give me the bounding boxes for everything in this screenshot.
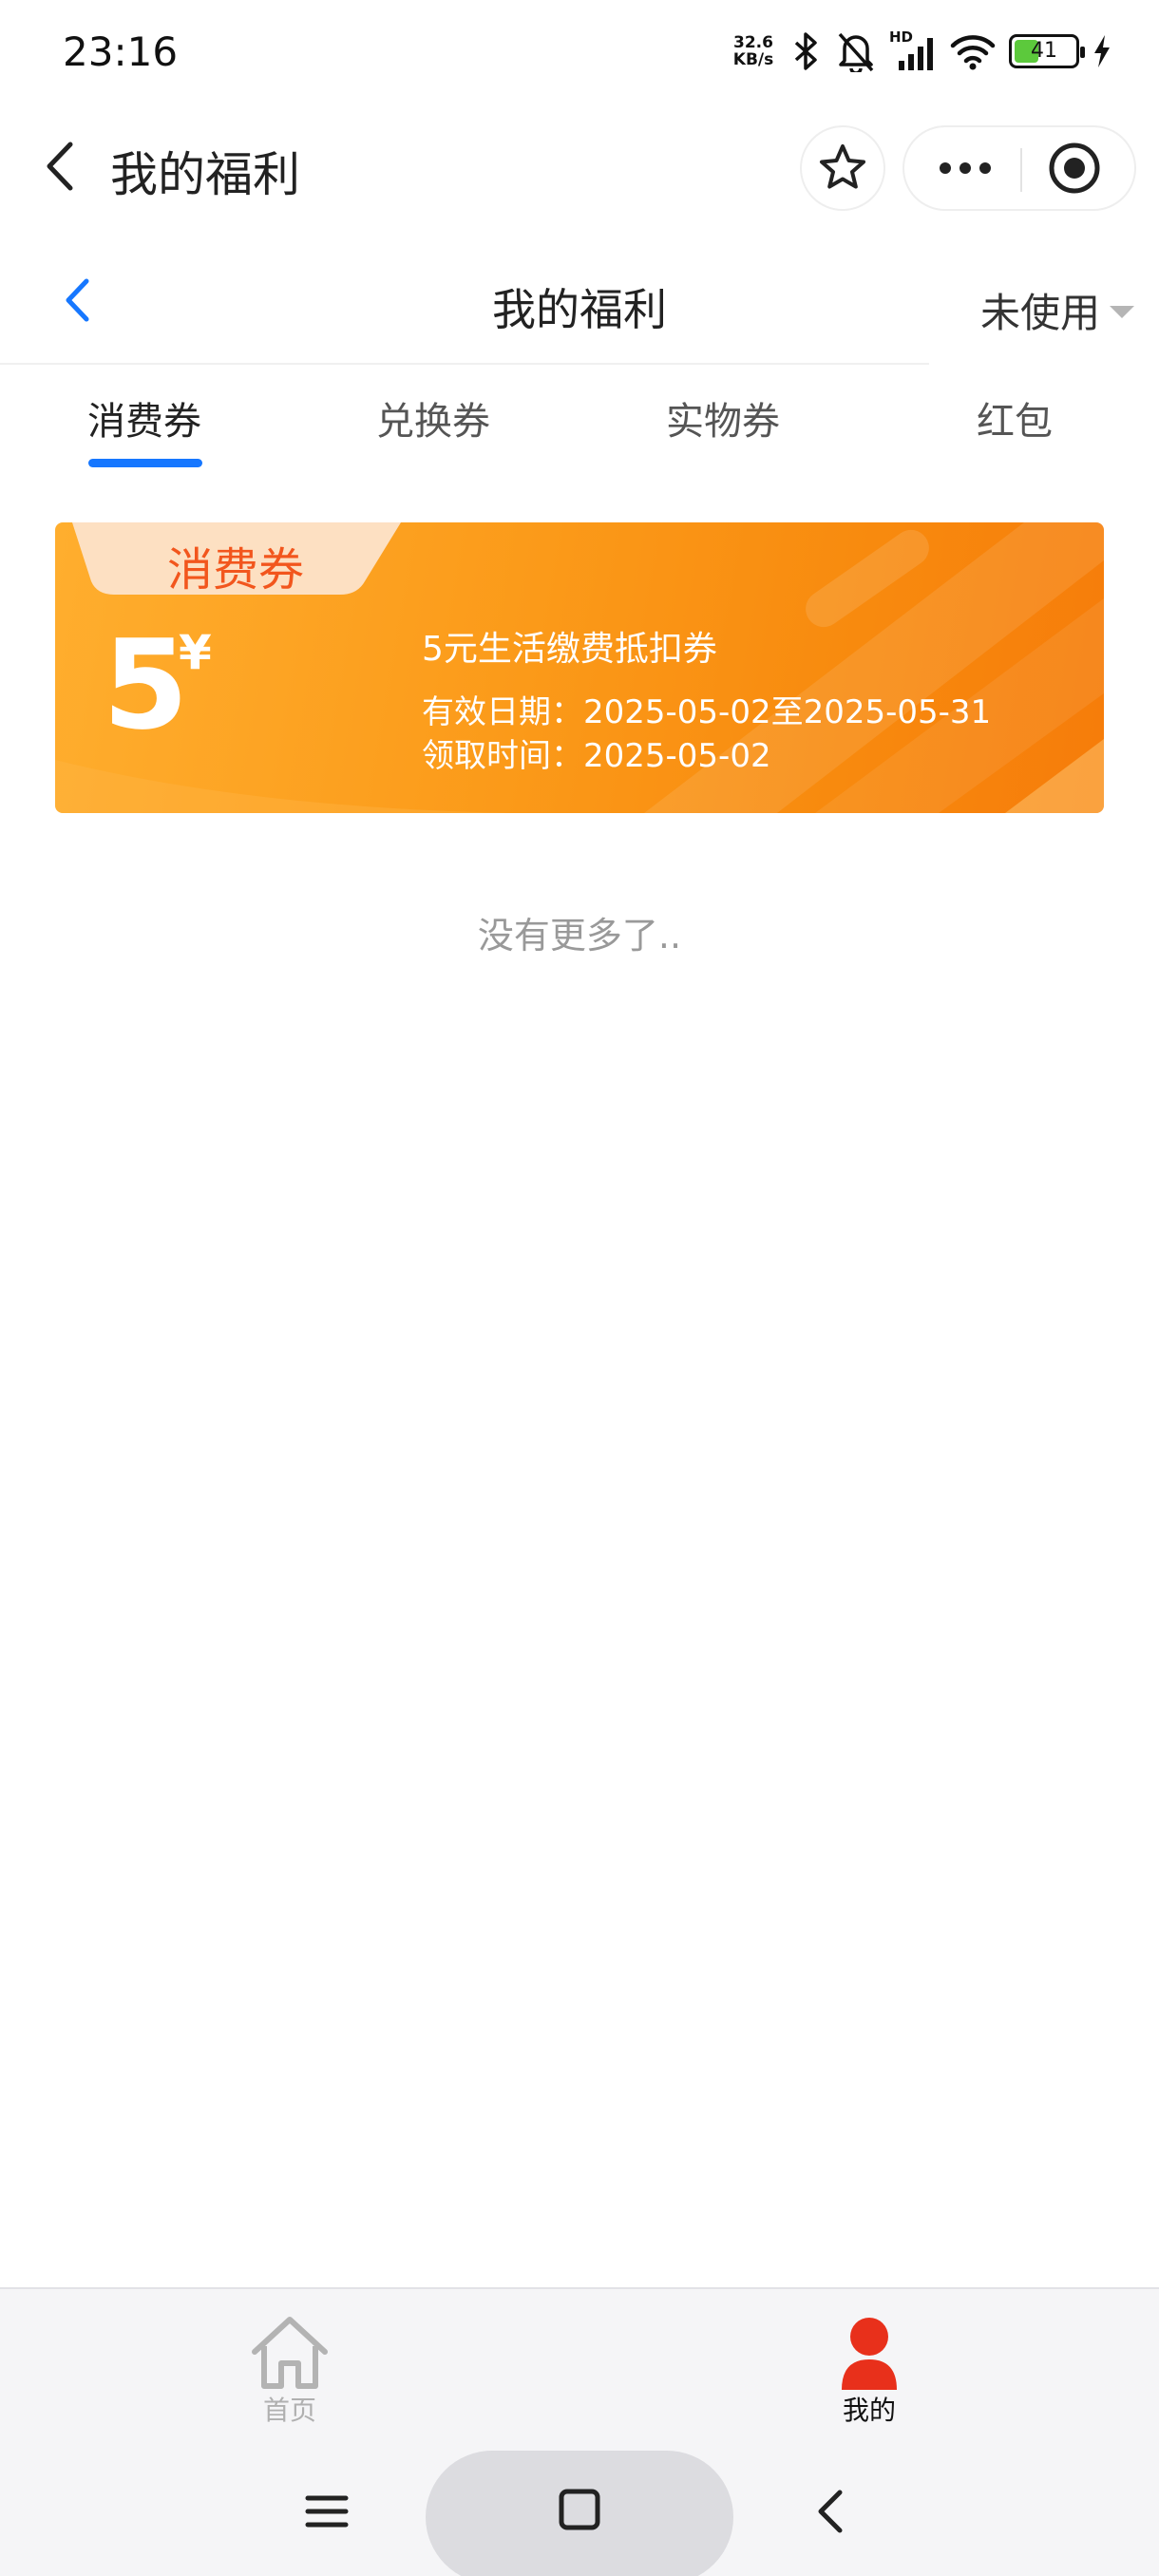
star-icon — [820, 144, 865, 189]
mute-bell-icon — [838, 32, 874, 72]
navbar: 我的福利 — [0, 114, 1159, 218]
currency-symbol: ¥ — [179, 625, 212, 680]
bottom-tab-home-label: 首页 — [262, 2395, 316, 2426]
active-tab-indicator — [88, 459, 202, 467]
wifi-icon — [950, 35, 996, 70]
home-square-icon — [559, 2489, 600, 2530]
coupon-name: 5元生活缴费抵扣券 — [422, 630, 717, 669]
network-speed: 32.6 KB/s — [730, 34, 777, 68]
coupon-validity: 有效日期：2025-05-02至2025-05-31 — [422, 693, 992, 731]
capsule-menu — [902, 125, 1136, 211]
header-divider — [0, 363, 929, 365]
coupon-received-time: 领取时间：2025-05-02 — [422, 737, 771, 775]
favorite-button[interactable] — [800, 125, 885, 211]
bottom-tab-mine[interactable]: 我的 — [793, 2314, 945, 2428]
tab-consumption-coupon[interactable]: 消费券 — [87, 390, 201, 445]
user-icon — [842, 2318, 897, 2390]
coupon-card[interactable]: 消费券 5 ¥ 5元生活缴费抵扣券 有效日期：2025-05-02至2025-0… — [55, 522, 1104, 813]
network-speed-value: 32.6 — [733, 33, 773, 52]
charging-icon — [1094, 35, 1110, 67]
bottom-tab-mine-label: 我的 — [842, 2395, 896, 2426]
page: 23:16 32.6 KB/s HD 41 我的福利 我的福利 未使用 消费券 … — [0, 0, 1159, 2576]
menu-icon[interactable] — [298, 2483, 355, 2540]
page-header: 我的福利 未使用 — [0, 249, 1159, 363]
chevron-down-icon — [1110, 306, 1135, 318]
system-navigation-bar — [0, 2451, 1159, 2576]
navbar-title: 我的福利 — [110, 147, 300, 202]
coupon-tag: 消费券 — [167, 543, 305, 597]
battery-icon: 41 — [1009, 34, 1085, 68]
bottom-tab-bar: 首页 我的 — [0, 2287, 1159, 2451]
target-icon[interactable] — [1022, 125, 1138, 211]
tab-red-packet[interactable]: 红包 — [977, 390, 1053, 445]
status-icons: 32.6 KB/s HD 41 — [730, 28, 1112, 72]
signal-indicator: HD — [889, 28, 937, 72]
status-filter-label: 未使用 — [980, 290, 1101, 336]
coupon-amount: 5 — [103, 613, 189, 757]
signal-icon — [899, 38, 933, 70]
bottom-tab-home[interactable]: 首页 — [214, 2314, 366, 2428]
battery-tip — [1080, 47, 1085, 58]
coupon-tabs: 消费券 兑换券 实物券 红包 — [0, 375, 1159, 480]
home-button[interactable] — [426, 2451, 733, 2576]
list-end-text: 没有更多了.. — [477, 915, 682, 957]
more-dots-icon[interactable] — [904, 125, 1020, 211]
status-time: 23:16 — [63, 28, 179, 75]
tab-exchange-coupon[interactable]: 兑换券 — [376, 390, 490, 445]
network-speed-unit: KB/s — [732, 50, 774, 69]
tab-physical-coupon[interactable]: 实物券 — [666, 390, 780, 445]
back-icon[interactable] — [804, 2483, 861, 2540]
status-filter[interactable]: 未使用 — [980, 281, 1135, 339]
battery-level: 41 — [1031, 39, 1057, 63]
home-icon — [252, 2317, 328, 2389]
bluetooth-icon — [794, 32, 817, 70]
back-arrow-icon[interactable] — [28, 133, 95, 199]
status-bar: 23:16 32.6 KB/s HD 41 — [0, 0, 1159, 114]
